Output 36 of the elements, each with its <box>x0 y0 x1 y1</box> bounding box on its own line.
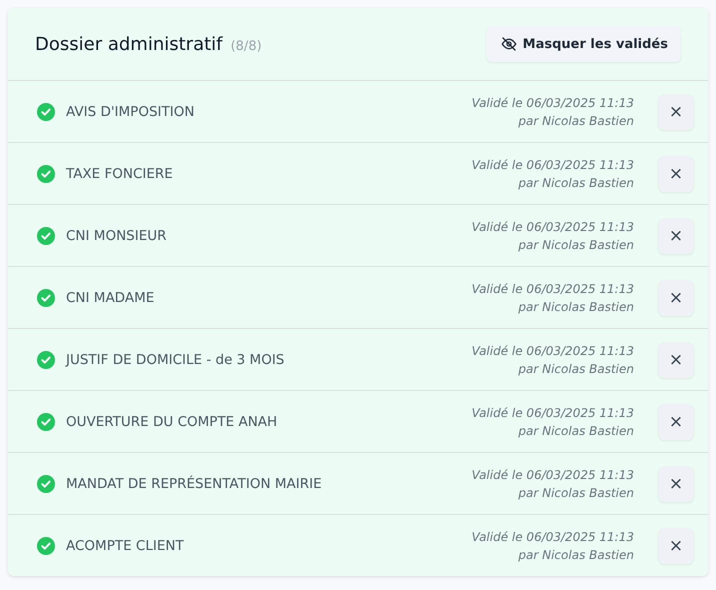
remove-button[interactable]: × <box>658 466 694 502</box>
document-name: AVIS D'IMPOSITION <box>66 104 196 120</box>
document-name: CNI MADAME <box>66 290 156 306</box>
validator-name: par Nicolas Bastien <box>518 422 634 440</box>
validation-date: Validé le 06/03/2025 11:13 <box>472 342 634 360</box>
validation-date: Validé le 06/03/2025 11:13 <box>472 528 634 546</box>
validation-date: Validé le 06/03/2025 11:13 <box>472 94 634 112</box>
document-name: OUVERTURE DU COMPTE ANAH <box>66 414 278 430</box>
hide-validated-button[interactable]: Masquer les validés <box>486 26 681 62</box>
validator-name: par Nicolas Bastien <box>518 360 634 378</box>
validation-date: Validé le 06/03/2025 11:13 <box>472 280 634 298</box>
remove-button[interactable]: × <box>658 94 694 130</box>
validator-name: par Nicolas Bastien <box>518 112 634 130</box>
remove-button[interactable]: × <box>658 528 694 564</box>
remove-button[interactable]: × <box>658 280 694 316</box>
validator-name: par Nicolas Bastien <box>518 546 634 564</box>
document-name: MANDAT DE REPRÉSENTATION MAIRIE <box>66 476 323 492</box>
document-name: ACOMPTE CLIENT <box>66 538 185 554</box>
validation-date: Validé le 06/03/2025 11:13 <box>472 404 634 422</box>
remove-button[interactable]: × <box>658 404 694 440</box>
validation-date: Validé le 06/03/2025 11:13 <box>472 218 634 236</box>
validator-name: par Nicolas Bastien <box>518 236 634 254</box>
validation-date: Validé le 06/03/2025 11:13 <box>472 156 634 174</box>
validation-date: Validé le 06/03/2025 11:13 <box>472 466 634 484</box>
remove-button[interactable]: × <box>658 342 694 378</box>
remove-button[interactable]: × <box>658 218 694 254</box>
validator-name: par Nicolas Bastien <box>518 174 634 192</box>
remove-button[interactable]: × <box>658 156 694 192</box>
validator-name: par Nicolas Bastien <box>518 298 634 316</box>
document-name: JUSTIF DE DOMICILE - de 3 MOIS <box>66 352 286 368</box>
document-name: CNI MONSIEUR <box>66 228 168 244</box>
validator-name: par Nicolas Bastien <box>518 484 634 502</box>
document-name: TAXE FONCIERE <box>66 166 174 182</box>
eye-slash-icon <box>500 36 517 52</box>
section-title: Dossier administratif <box>35 34 222 54</box>
document-count: (8/8) <box>230 38 262 54</box>
